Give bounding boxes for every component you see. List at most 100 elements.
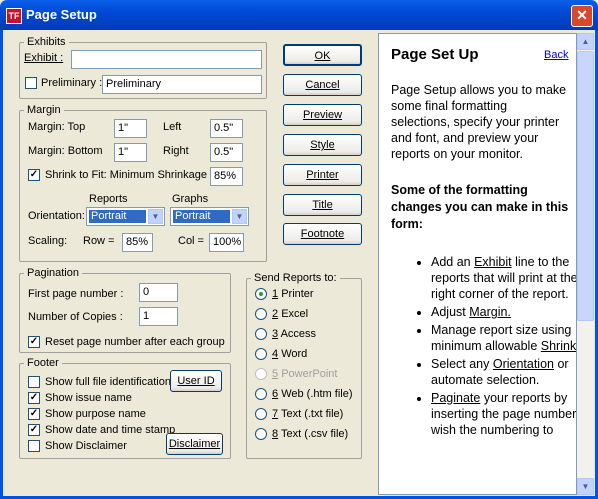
orientation-label: Orientation:: [28, 210, 85, 222]
margin-top-input[interactable]: 1": [114, 119, 147, 138]
user-id-button[interactable]: User ID: [170, 370, 222, 392]
send-option-access-num: 3: [272, 328, 279, 340]
send-radio-excel[interactable]: [255, 308, 267, 320]
help-link-paginate[interactable]: Paginate: [431, 391, 480, 405]
exhibit-label: Exhibit :: [24, 52, 64, 64]
exhibit-input[interactable]: [71, 50, 262, 69]
send-option-printer-label: Printer: [281, 288, 314, 300]
send-option-web-num: 6: [272, 388, 279, 400]
footer-checkbox-disclaimer[interactable]: [28, 440, 40, 452]
footer-label-disclaimer: Show Disclaimer: [45, 440, 127, 452]
send-radio-powerpoint[interactable]: [255, 368, 267, 380]
send-option-excel-num: 2: [272, 308, 279, 320]
style-button[interactable]: Style: [283, 134, 362, 156]
send-option-printer: 1 Printer: [272, 288, 314, 300]
copies-input[interactable]: 1: [139, 307, 178, 326]
preliminary-input[interactable]: Preliminary: [102, 75, 262, 94]
scroll-down-icon[interactable]: ▼: [577, 478, 594, 495]
scroll-up-icon[interactable]: ▲: [577, 33, 594, 50]
send-radio-access[interactable]: [255, 328, 267, 340]
pagination-legend: Pagination: [27, 267, 79, 279]
footer-label-issue: Show issue name: [45, 392, 132, 404]
first-page-label: First page number :: [28, 288, 124, 300]
reset-page-label: Reset page number after each group: [45, 336, 225, 348]
margin-bottom-label: Margin: Bottom: [28, 145, 103, 157]
scaling-label: Scaling:: [28, 235, 68, 247]
send-option-word-num: 4: [272, 348, 279, 360]
footer-label-purpose: Show purpose name: [45, 408, 146, 420]
margin-legend: Margin: [27, 104, 61, 116]
send-option-powerpoint-num: 5: [272, 368, 279, 380]
help-intro: Page Setup allows you to make some final…: [391, 83, 567, 161]
footer-checkbox-purpose[interactable]: ✓: [28, 408, 40, 420]
first-page-input[interactable]: 0: [139, 283, 178, 302]
help-panel: Page Set Up Back Page Setup allows you t…: [378, 33, 577, 495]
help-link-margin[interactable]: Margin.: [469, 305, 511, 319]
footer-checkbox-date[interactable]: ✓: [28, 424, 40, 436]
send-option-web: 6 Web (.htm file): [272, 388, 353, 400]
help-back-link[interactable]: Back: [544, 49, 568, 61]
footer-legend: Footer: [27, 357, 59, 369]
send-option-word-label: Word: [281, 348, 308, 360]
row-label: Row =: [83, 235, 115, 247]
shrink-input[interactable]: 85%: [210, 167, 243, 186]
send-option-access-label: Access: [280, 328, 317, 340]
disclaimer-button[interactable]: Disclaimer: [166, 433, 223, 455]
window-title: Page Setup: [26, 7, 97, 22]
preview-button[interactable]: Preview: [283, 104, 362, 126]
help-bullet-margin: Adjust Margin.: [431, 304, 576, 320]
col-scaling-input[interactable]: 100%: [209, 233, 244, 252]
help-link-orientation[interactable]: Orientation: [493, 357, 554, 371]
chevron-down-icon: ▼: [232, 209, 247, 224]
send-radio-word[interactable]: [255, 348, 267, 360]
ok-button[interactable]: OK: [283, 44, 362, 66]
footnote-button[interactable]: Footnote: [283, 223, 362, 245]
margin-left-input[interactable]: 0.5": [210, 119, 243, 138]
reset-page-checkbox[interactable]: ✓: [28, 336, 40, 348]
help-link-exhibit[interactable]: Exhibit: [474, 255, 512, 269]
graphs-orientation-select[interactable]: Portrait ▼: [170, 207, 249, 226]
chevron-down-icon: ▼: [148, 209, 163, 224]
send-option-txt-label: Text (.txt file): [280, 408, 344, 420]
margin-right-input[interactable]: 0.5": [210, 143, 243, 162]
help-title: Page Set Up: [391, 46, 479, 63]
title-bar: TF Page Setup ✕: [0, 0, 598, 30]
help-scrollbar[interactable]: ▲ ▼: [577, 33, 594, 495]
shrink-checkbox[interactable]: ✓: [28, 169, 40, 181]
footer-label-date: Show date and time stamp: [45, 424, 176, 436]
scroll-thumb[interactable]: [577, 51, 594, 321]
margin-bottom-input[interactable]: 1": [114, 143, 147, 162]
margin-left-label: Left: [163, 121, 182, 133]
footer-checkbox-issue[interactable]: ✓: [28, 392, 40, 404]
help-link-shrinkage[interactable]: Shrinkage: [541, 339, 576, 353]
help-bullet-exhibit: Add an Exhibit line to the reports that …: [431, 254, 576, 302]
copies-label: Number of Copies :: [28, 311, 123, 323]
send-radio-csv[interactable]: [255, 428, 267, 440]
margin-top-label: Margin: Top: [28, 121, 86, 133]
row-scaling-input[interactable]: 85%: [122, 233, 153, 252]
send-radio-web[interactable]: [255, 388, 267, 400]
graphs-orientation-value: Portrait: [173, 210, 230, 223]
help-bullet-orientation: Select any Orientation or automate selec…: [431, 356, 576, 388]
cancel-button[interactable]: Cancel: [283, 74, 362, 96]
send-option-powerpoint-label: PowerPoint: [281, 368, 338, 380]
send-option-txt: 7 Text (.txt file): [272, 408, 343, 420]
help-bullet-list: Add an Exhibit line to the reports that …: [379, 254, 576, 440]
send-option-txt-num: 7: [272, 408, 279, 420]
send-option-excel-label: Excel: [281, 308, 309, 320]
send-radio-txt[interactable]: [255, 408, 267, 420]
preliminary-checkbox[interactable]: [25, 77, 37, 89]
printer-button[interactable]: Printer: [283, 164, 362, 186]
col-label: Col =: [178, 235, 204, 247]
reports-orientation-select[interactable]: Portrait ▼: [86, 207, 165, 226]
send-option-csv: 8 Text (.csv file): [272, 428, 348, 440]
reports-column-label: Reports: [89, 193, 128, 205]
send-radio-printer[interactable]: [255, 288, 267, 300]
graphs-column-label: Graphs: [172, 193, 209, 205]
send-option-excel: 2 Excel: [272, 308, 308, 320]
send-option-csv-label: Text (.csv file): [280, 428, 349, 440]
send-reports-legend: Send Reports to:: [254, 272, 337, 284]
footer-checkbox-file-id[interactable]: [28, 376, 40, 388]
close-icon[interactable]: ✕: [571, 5, 593, 27]
title-button[interactable]: Title: [283, 194, 362, 216]
